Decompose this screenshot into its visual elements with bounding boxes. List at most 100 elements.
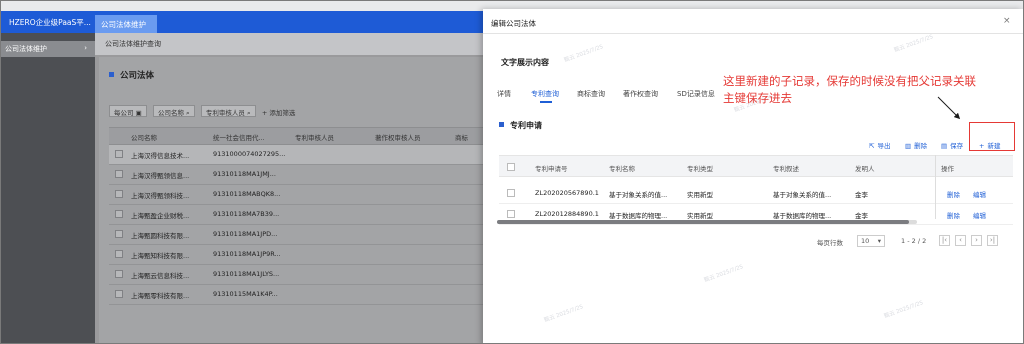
- text-section-title: 文字展示内容: [501, 58, 549, 67]
- filter-company-name[interactable]: 公司名称 ⌕: [152, 105, 195, 117]
- export-button[interactable]: ⇱ 导出: [869, 140, 890, 150]
- table-header: 公司名称 统一社会信用代... 专利审核人员 著作权审核人员 商标: [109, 127, 483, 145]
- actions-column-divider: [935, 155, 936, 219]
- filter-label: 公司名称: [157, 109, 184, 117]
- cell-patent-desc: 基于对象关系的值...: [773, 191, 832, 199]
- tab-company-entity[interactable]: 公司法体维护: [95, 15, 157, 33]
- company-table: 公司名称 统一社会信用代... 专利审核人员 著作权审核人员 商标 上海汉得信息…: [109, 127, 483, 305]
- tab-patent-query[interactable]: 专利查询: [531, 89, 559, 99]
- filter-label: 每公司: [114, 109, 134, 117]
- chevron-down-icon: ▾: [877, 237, 881, 245]
- section-title: 公司法体: [109, 69, 154, 81]
- cell-company-name: 上海甄零科技有限...: [131, 292, 190, 300]
- prev-page-button[interactable]: ‹: [955, 235, 966, 246]
- last-page-button[interactable]: ›|: [987, 235, 998, 246]
- table-row[interactable]: 上海甄盈企业财税... 91310118MA7B39...: [109, 205, 483, 225]
- tab-copyright-query[interactable]: 著作权查询: [623, 89, 658, 99]
- column-header[interactable]: 商标: [455, 132, 468, 142]
- table-row[interactable]: 上海甄零科技有限... 91310115MA1K4P...: [109, 285, 483, 305]
- row-checkbox[interactable]: [507, 210, 515, 218]
- tab-sd-records[interactable]: SD记录信息: [677, 89, 715, 99]
- export-icon: ⇱: [869, 142, 875, 150]
- divider: [483, 33, 1023, 34]
- table-row[interactable]: 上海甄圆科技有限... 91310118MA1JPD...: [109, 225, 483, 245]
- row-edit-link[interactable]: 编辑: [973, 210, 986, 220]
- tab-details[interactable]: 详情: [497, 89, 511, 99]
- dialog-title: 编辑公司法体: [491, 19, 536, 28]
- add-filter-button[interactable]: + 添加筛选: [262, 105, 296, 117]
- watermark: 甄云 2025/7/25: [703, 264, 745, 284]
- row-checkbox[interactable]: [115, 250, 123, 258]
- row-checkbox[interactable]: [115, 210, 123, 218]
- tab-trademark-query[interactable]: 商标查询: [577, 89, 605, 99]
- annotation-line-1: 这里新建的子记录，保存的时候没有把父记录关联: [723, 74, 976, 88]
- filter-patent-reviewer[interactable]: 专利审核人员 ⌕: [200, 105, 256, 117]
- row-checkbox[interactable]: [115, 150, 123, 158]
- filter-company[interactable]: 每公司 ▣: [109, 105, 147, 117]
- cell-company-name: 上海汉得甄领科技...: [131, 192, 190, 200]
- first-page-button[interactable]: |‹: [939, 235, 950, 246]
- chevron-left-icon: ‹: [959, 236, 962, 244]
- cell-credit-code: 91310118MA1JPD...: [213, 230, 278, 238]
- column-header[interactable]: 著作权审核人员: [375, 132, 421, 142]
- sidebar-item-company-entity[interactable]: 公司法体维护 ›: [1, 41, 95, 57]
- cell-credit-code: 9131000074027295...: [213, 150, 286, 158]
- watermark: 甄云 2025/7/25: [543, 304, 585, 324]
- save-button[interactable]: ▤ 保存: [941, 140, 963, 150]
- next-page-button[interactable]: ›: [971, 235, 982, 246]
- row-checkbox[interactable]: [115, 290, 123, 298]
- horizontal-scrollbar[interactable]: [497, 220, 909, 224]
- column-header[interactable]: 公司名称: [131, 132, 157, 142]
- cell-company-name: 上海甄盈企业财税...: [131, 212, 190, 220]
- trash-icon: ▥: [905, 142, 912, 150]
- column-header[interactable]: 专利申请号: [535, 163, 568, 173]
- cell-credit-code: 91310118MA7B39...: [213, 210, 280, 218]
- column-header[interactable]: 发明人: [855, 163, 875, 173]
- column-header[interactable]: 专利名称: [609, 163, 635, 173]
- row-delete-link[interactable]: 删除: [947, 210, 960, 220]
- export-label: 导出: [877, 142, 891, 150]
- row-checkbox[interactable]: [115, 270, 123, 278]
- watermark: 甄云 2025/7/25: [883, 300, 925, 320]
- column-header[interactable]: 统一社会信用代...: [213, 132, 265, 142]
- top-bar: HZERO企业级PaaS平... 公司法体维护: [1, 11, 483, 33]
- square-icon: [499, 122, 504, 127]
- delete-button[interactable]: ▥ 删除: [905, 140, 927, 150]
- cell-inventor: 金李: [855, 191, 868, 199]
- close-icon[interactable]: ×: [1003, 16, 1011, 26]
- brand-title: HZERO企业级PaaS平...: [9, 18, 91, 27]
- row-delete-link[interactable]: 删除: [947, 189, 960, 199]
- row-checkbox[interactable]: [507, 189, 515, 197]
- search-icon: ⌕: [186, 109, 190, 117]
- section-title-text: 公司法体: [120, 71, 155, 81]
- column-header[interactable]: 专利审核人员: [295, 132, 334, 142]
- select-all-checkbox[interactable]: [507, 163, 515, 171]
- table-row[interactable]: 上海汉得信息技术... 9131000074027295...: [109, 145, 483, 165]
- cell-credit-code: 91310115MA1K4P...: [213, 290, 278, 298]
- cell-credit-code: 91310118MA1JP9R...: [213, 250, 281, 258]
- last-page-icon: ›|: [989, 236, 996, 244]
- row-checkbox[interactable]: [115, 230, 123, 238]
- square-icon: [109, 72, 114, 77]
- new-button-highlight: [969, 122, 1015, 151]
- cell-company-name: 上海汉得甄领信息...: [131, 172, 190, 180]
- search-icon: ⌕: [247, 109, 251, 117]
- cell-patent-type: 实用新型: [687, 191, 713, 199]
- annotation-line-2: 主键保存进去: [723, 91, 792, 105]
- watermark: 甄云 2025/7/25: [893, 34, 935, 54]
- per-page-select[interactable]: 10 ▾: [857, 235, 885, 247]
- save-label: 保存: [950, 142, 964, 150]
- column-header[interactable]: 专利类型: [687, 163, 713, 173]
- cell-patent-desc: 基于数据库的物理...: [773, 212, 832, 220]
- table-row[interactable]: 上海汉得甄领科技... 91310118MABQK8...: [109, 185, 483, 205]
- row-edit-link[interactable]: 编辑: [973, 189, 986, 199]
- row-checkbox[interactable]: [115, 170, 123, 178]
- column-header[interactable]: 专利叙述: [773, 163, 799, 173]
- table-row[interactable]: 上海汉得甄领信息... 91310118MA1JMJ...: [109, 165, 483, 185]
- table-row[interactable]: 上海甄云信息科技... 91310118MA1JLYS...: [109, 265, 483, 285]
- table-row[interactable]: 上海甄知科技有限... 91310118MA1JP9R...: [109, 245, 483, 265]
- chevron-right-icon: ›: [975, 236, 978, 244]
- chevron-right-icon: ›: [84, 44, 87, 52]
- per-page-value: 10: [861, 237, 870, 245]
- row-checkbox[interactable]: [115, 190, 123, 198]
